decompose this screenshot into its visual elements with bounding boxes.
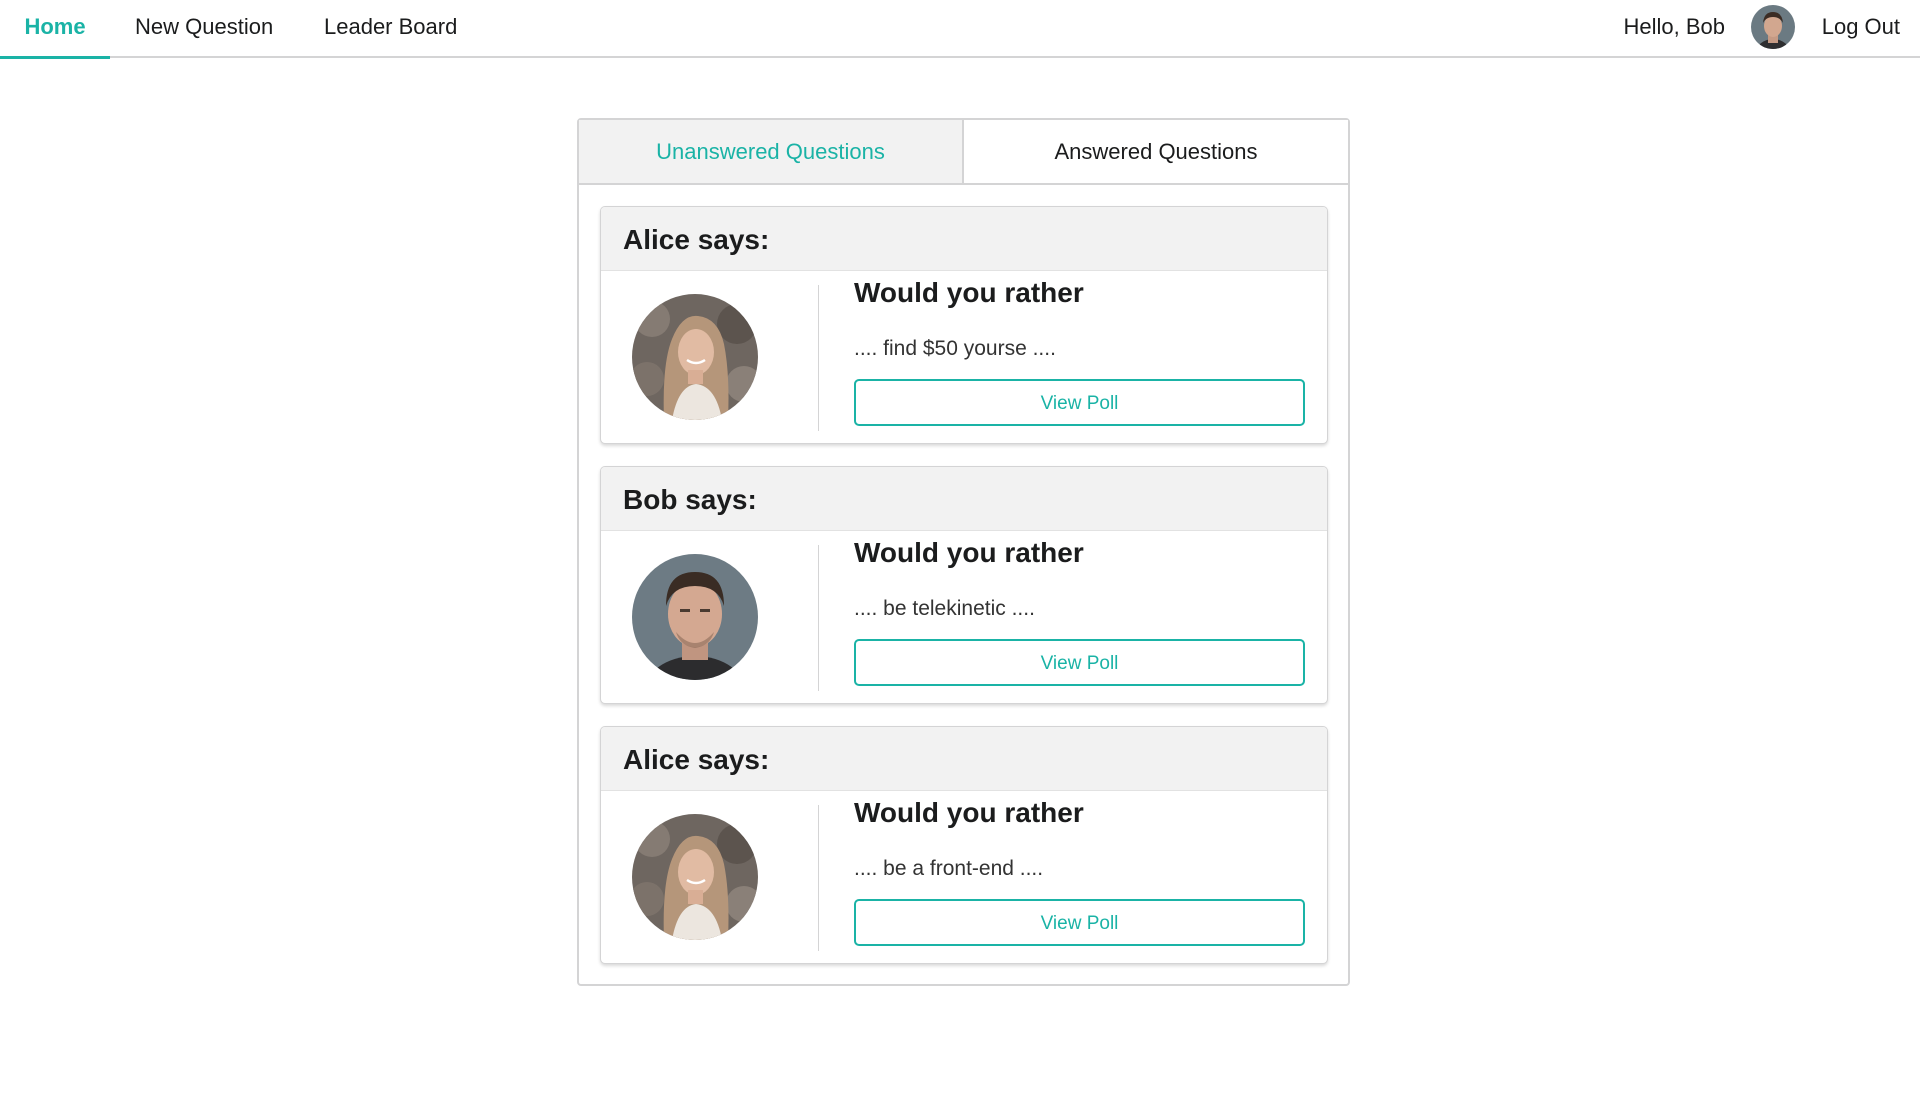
question-tabs: Unanswered Questions Answered Questions [579,120,1348,185]
top-nav: Home New Question Leader Board Hello, Bo… [0,0,1920,59]
card-divider [818,285,819,431]
question-title: Would you rather [854,537,1084,568]
question-author-header: Alice says: [601,207,1327,271]
question-snippet: .... be a front-end .... [854,857,1044,880]
nav-home-link[interactable]: Home [0,0,110,59]
view-poll-button[interactable]: View Poll [854,899,1305,946]
question-author-header: Alice says: [601,727,1327,791]
view-poll-button[interactable]: View Poll [854,639,1305,686]
tab-unanswered-questions[interactable]: Unanswered Questions [579,120,964,183]
alice-avatar [632,294,758,420]
question-snippet: .... find $50 yourse .... [854,337,1056,360]
alice-avatar [632,814,758,940]
user-avatar [1751,5,1795,49]
tab-answered-questions[interactable]: Answered Questions [964,120,1348,183]
question-card: Alice says: Would you rather .... be a f… [600,726,1328,964]
questions-panel: Unanswered Questions Answered Questions … [577,118,1350,986]
question-title: Would you rather [854,797,1084,828]
nav-leader-board-link[interactable]: Leader Board [324,0,457,58]
card-divider [818,805,819,951]
question-snippet: .... be telekinetic .... [854,597,1035,620]
user-greeting: Hello, Bob [1623,14,1725,39]
question-card: Bob says: Would you rather .... be telek… [600,466,1328,704]
card-divider [818,545,819,691]
question-author-header: Bob says: [601,467,1327,531]
question-card: Alice says: Would you rather .... find $… [600,206,1328,444]
nav-new-question-link[interactable]: New Question [135,0,273,58]
bob-avatar [632,554,758,680]
question-title: Would you rather [854,277,1084,308]
logout-link[interactable]: Log Out [1822,0,1900,58]
view-poll-button[interactable]: View Poll [854,379,1305,426]
